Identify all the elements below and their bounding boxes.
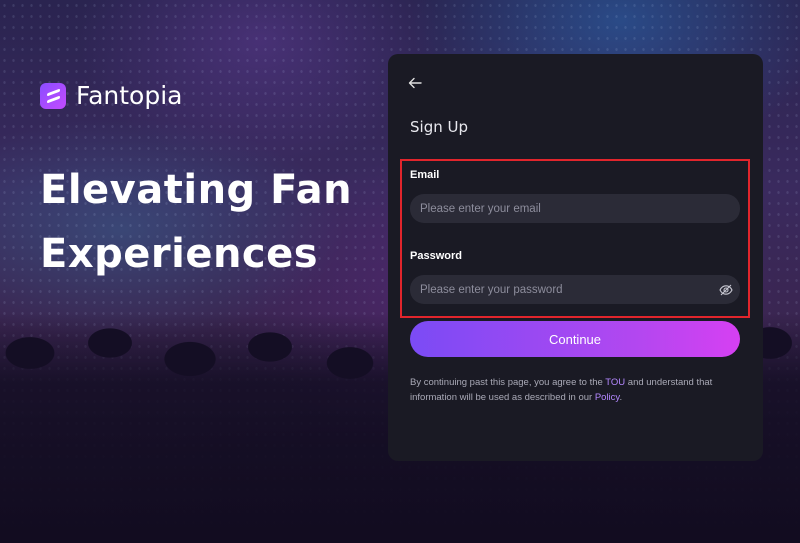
brand: Fantopia bbox=[40, 81, 182, 110]
policy-link[interactable]: Policy bbox=[595, 392, 620, 403]
hero-headline-line2: Experiences bbox=[40, 231, 319, 277]
password-field[interactable] bbox=[410, 275, 740, 304]
eye-off-icon[interactable] bbox=[719, 283, 733, 296]
continue-button[interactable]: Continue bbox=[410, 321, 740, 357]
terms-text-end: . bbox=[619, 392, 623, 403]
email-field[interactable] bbox=[410, 194, 740, 223]
hero-headline-line1: Elevating Fan bbox=[40, 167, 353, 213]
tou-link[interactable]: TOU bbox=[605, 377, 625, 388]
terms-text-start: By continuing past this page, you agree … bbox=[410, 377, 606, 388]
arrow-left-icon[interactable] bbox=[408, 76, 424, 92]
hero-headline: Elevating Fan Experiences bbox=[40, 158, 380, 286]
terms-text: By continuing past this page, you agree … bbox=[410, 375, 740, 405]
password-label: Password bbox=[410, 250, 462, 262]
email-label: Email bbox=[410, 169, 440, 181]
signup-card: Sign Up Email Password Continue By conti… bbox=[388, 54, 763, 461]
page-title: Sign Up bbox=[410, 118, 468, 136]
fantopia-logo-icon bbox=[40, 82, 66, 109]
brand-name: Fantopia bbox=[76, 81, 183, 110]
